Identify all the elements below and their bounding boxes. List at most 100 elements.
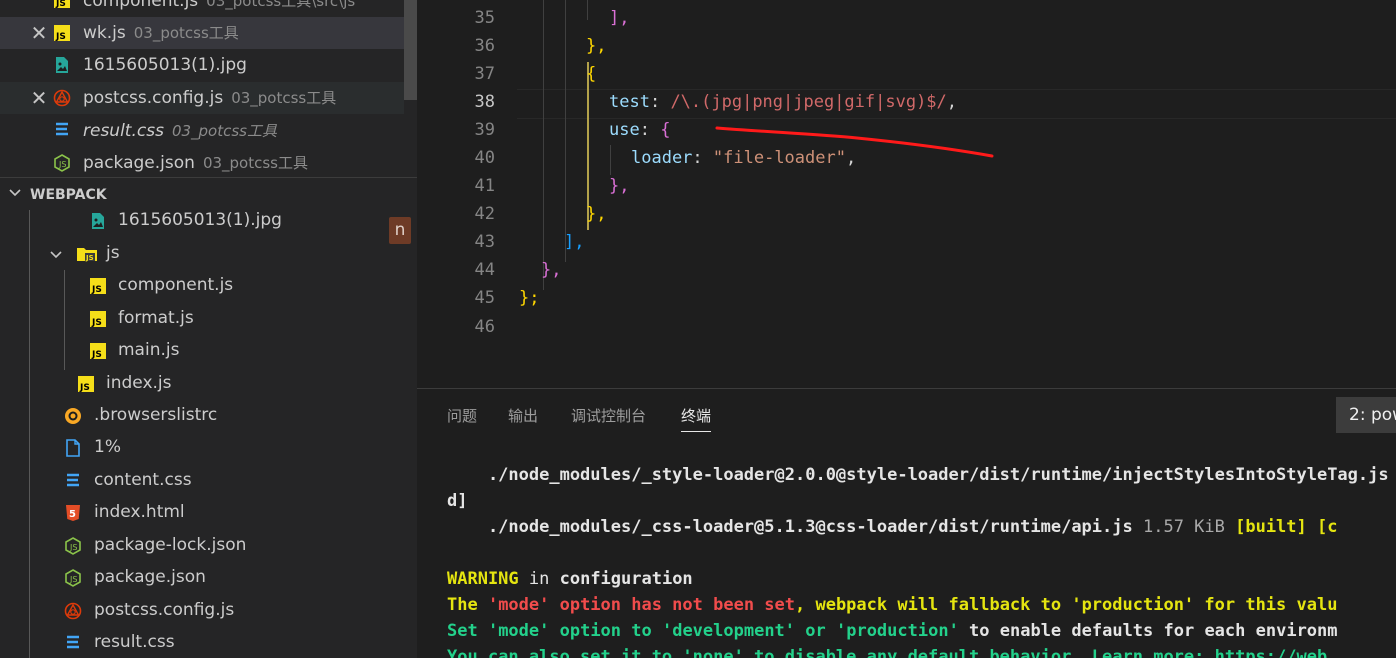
close-icon[interactable]: ✕ [30,21,48,45]
tree-item[interactable]: JS package-lock.json [0,530,417,562]
line-number: 36 [474,36,495,56]
line-number: 43 [474,232,495,252]
terminal-text: in [518,569,560,589]
open-editor-item[interactable]: result.css 03_potcss工具 [0,114,404,147]
open-editors-list: JS component.js 03_potcss工具\src\js ✕ JS w… [0,0,404,179]
svg-text:JS: JS [69,575,77,584]
terminal-text: 1.57 KiB [1132,517,1225,537]
close-icon[interactable]: ✕ [30,86,48,110]
browserslist-file-icon [65,408,81,424]
terminal-select[interactable]: 2: pow [1336,397,1396,433]
tree-item-label: package.json [94,567,206,587]
tree-item[interactable]: JS main.js [0,335,417,367]
terminal-text: configuration [559,569,693,589]
tree-item-label: index.html [94,502,185,522]
tree-item-label: postcss.config.js [94,600,235,620]
line-number: 38 [474,92,495,112]
explorer-sidebar: JS component.js 03_potcss工具\src\js ✕ JS w… [0,0,417,658]
html-file-icon: 5 [66,505,80,521]
open-editor-name: wk.js [83,23,126,44]
tab-output[interactable]: 输出 [508,405,538,426]
line-number: 35 [474,8,495,28]
tab-problems[interactable]: 问题 [447,405,477,426]
tree-item-label: js [106,243,120,263]
section-title: WEBPACK [30,186,107,203]
chevron-down-icon [8,186,22,204]
tree-item[interactable]: 5 index.html [0,497,417,529]
code-key: loader [631,148,693,168]
svg-text:JS: JS [55,32,66,42]
open-editor-name: postcss.config.js [83,88,224,109]
code-line-44: }, [541,260,562,280]
terminal-text: 'mode' [487,621,550,641]
tree-item[interactable]: 1615605013(1).jpg [0,205,417,237]
tree-item-label: .browserslistrc [94,405,218,425]
code-line-43: ], [564,232,585,252]
svg-text:JS: JS [58,160,66,169]
terminal-line: WARNING in configuration [447,569,693,589]
terminal-text: [c [1306,517,1338,537]
indent-guide [543,0,544,290]
tree-item[interactable]: JS component.js [0,270,417,302]
line-number: 46 [474,317,495,337]
terminal-text: option to [549,621,662,641]
terminal-text: 'mode' option has not been set [487,595,795,615]
tree-item[interactable]: postcss.config.js [0,595,417,627]
js-folder-icon: JS [77,248,97,262]
open-editor-name: 1615605013(1).jpg [83,55,247,76]
svg-text:JS: JS [91,285,102,295]
tab-terminal[interactable]: 终端 [681,405,712,432]
tree-item[interactable]: 1% [0,432,417,464]
tree-folder-js[interactable]: JS js [0,238,417,270]
open-editor-item[interactable]: ✕ postcss.config.js 03_potcss工具 [0,81,404,114]
code-line-45: }; [519,288,540,308]
terminal-text: 'production' [835,621,959,641]
open-editor-name: result.css [83,120,164,141]
terminal-text: 'development' [661,621,796,641]
js-file-icon: JS [90,311,106,328]
tree-item[interactable]: content.css [0,465,417,497]
svg-text:JS: JS [55,0,66,9]
tab-debug-console[interactable]: 调试控制台 [571,405,646,426]
tree-item[interactable]: .browserslistrc [0,400,417,432]
terminal-line: ./node_modules/_css-loader@5.1.3@css-loa… [447,517,1338,537]
tree-item-label: content.css [94,470,192,490]
open-editor-item[interactable]: 1615605013(1).jpg [0,49,404,82]
code-key: use [609,120,640,140]
tree-item-label: 1615605013(1).jpg [118,210,282,230]
open-editor-item[interactable]: JS component.js 03_potcss工具\src\js [0,0,404,17]
red-annotation-stroke [715,126,994,158]
tree-item-label: format.js [118,308,194,328]
line-number: 41 [474,176,495,196]
terminal-text: ./node_modules/_css-loader@5.1.3@css-loa… [447,517,1133,537]
code-line-38: test: /\.(jpg|png|jpeg|gif|svg)$/, [609,92,958,112]
terminal-output[interactable]: ./node_modules/_style-loader@2.0.0@style… [447,465,1389,658]
open-editor-item[interactable]: JS package.json 03_potcss工具 [0,147,404,180]
line-number: 40 [474,148,495,168]
line-number: 44 [474,260,495,280]
open-editor-name: package.json [83,153,195,174]
js-file-icon: JS [54,0,70,9]
code-line-42: }, [586,204,607,224]
open-editor-item[interactable]: ✕ JS wk.js 03_potcss工具 [0,16,404,49]
sidebar-scrollbar[interactable] [404,0,417,100]
terminal-line: The 'mode' option has not been set, webp… [447,595,1337,615]
open-editor-desc: 03_potcss工具 [202,154,308,173]
node-json-file-icon: JS [65,569,81,587]
open-editor-desc: 03_potcss工具\src\js [206,0,356,10]
line-number: 37 [474,64,495,84]
line-number: 39 [474,120,495,140]
terminal-line: You can also set it to 'none' to disable… [447,647,1328,658]
terminal-text: , webpack will fallback to 'production' … [795,595,1338,615]
tree-item[interactable]: result.css [0,627,417,658]
tree-item[interactable]: JS format.js [0,303,417,335]
node-json-file-icon: JS [54,153,70,172]
tree-item[interactable]: JS package.json [0,562,417,594]
svg-text:5: 5 [69,509,76,520]
code-editor[interactable]: 35 36 37 38 39 40 41 42 43 44 45 46 ], }… [417,0,1396,388]
tree-item[interactable]: JS index.js [0,368,417,400]
terminal-text: or [795,621,836,641]
line-number: 45 [474,288,495,308]
code-line-39: use: { [609,120,671,140]
js-file-icon: JS [78,376,94,393]
